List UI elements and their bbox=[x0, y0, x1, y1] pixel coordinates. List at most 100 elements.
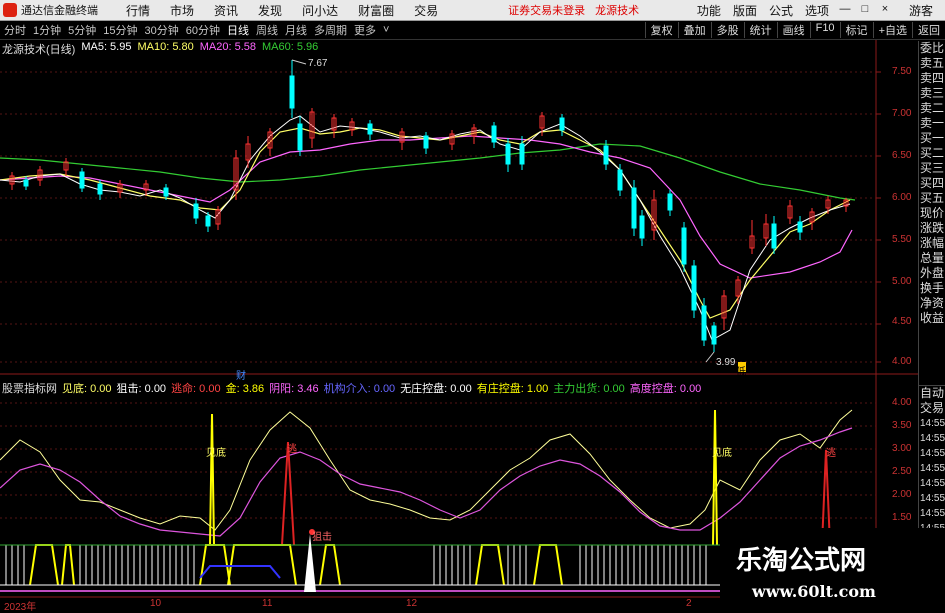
panel-item[interactable]: 买四 bbox=[920, 176, 945, 191]
panel-item[interactable]: 卖二 bbox=[920, 101, 945, 116]
chevron-down-icon[interactable]: ˅ bbox=[383, 24, 389, 36]
sub-yaxis-label: 3.50 bbox=[892, 420, 912, 431]
period-tab-30min[interactable]: 30分钟 bbox=[145, 22, 179, 38]
menu-item-wealth[interactable]: 财富圈 bbox=[358, 2, 394, 19]
period-tab-multi[interactable]: 多周期 bbox=[314, 22, 347, 38]
period-tab-timeshare[interactable]: 分时 bbox=[4, 22, 26, 38]
tao-label-1: 逃 bbox=[287, 444, 297, 455]
yaxis-label: 6.00 bbox=[892, 192, 912, 203]
sub-yaxis-label: 2.00 bbox=[892, 489, 912, 500]
panel-item[interactable]: 买五 bbox=[920, 191, 945, 206]
panel-item[interactable]: 自动 bbox=[920, 386, 945, 401]
panel-item[interactable]: 交易 bbox=[920, 401, 945, 416]
period-tab-more[interactable]: 更多 bbox=[354, 22, 376, 38]
period-tab-monthly[interactable]: 月线 bbox=[285, 22, 307, 38]
minimize-icon[interactable]: — bbox=[838, 2, 852, 16]
close-icon[interactable]: × bbox=[878, 2, 892, 16]
xaxis-label: 2 bbox=[686, 598, 692, 609]
time-item: 14:55 bbox=[920, 448, 945, 459]
xaxis-label: 10 bbox=[150, 598, 162, 609]
period-tab-daily[interactable]: 日线 bbox=[227, 22, 249, 38]
panel-item[interactable]: 涨跌 bbox=[920, 221, 945, 236]
menu-item-news[interactable]: 资讯 bbox=[214, 2, 238, 19]
login-notice[interactable]: 证券交易未登录 bbox=[508, 2, 585, 18]
menu-item-layout[interactable]: 版面 bbox=[733, 2, 757, 19]
guest-label[interactable]: 游客 bbox=[909, 2, 933, 19]
menu-item-function[interactable]: 功能 bbox=[697, 2, 721, 19]
back-button[interactable]: 返回 bbox=[912, 22, 945, 38]
maximize-icon[interactable]: □ bbox=[858, 2, 872, 16]
sub-yaxis-label: 1.50 bbox=[892, 512, 912, 523]
period-tab-60min[interactable]: 60分钟 bbox=[186, 22, 220, 38]
yaxis-label: 6.50 bbox=[892, 150, 912, 161]
time-item: 14:55 bbox=[920, 433, 945, 444]
chart-area[interactable] bbox=[0, 40, 918, 605]
indicator-juji: 狙击: 0.00 bbox=[116, 383, 167, 395]
time-item: 14:55 bbox=[920, 463, 945, 474]
indicator-youzhuang: 有庄控盘: 1.00 bbox=[476, 383, 549, 395]
low-price-label: 3.99 bbox=[716, 357, 736, 368]
menu-item-formula[interactable]: 公式 bbox=[769, 2, 793, 19]
indicator-name[interactable]: 股票指标网 bbox=[2, 380, 57, 396]
panel-item[interactable]: 外盘 bbox=[920, 266, 945, 281]
menu-item-discover[interactable]: 发现 bbox=[258, 2, 282, 19]
time-item: 14:55 bbox=[920, 493, 945, 504]
watermark-url: www.60lt.com bbox=[752, 582, 876, 601]
adjust-button[interactable]: 复权 bbox=[644, 22, 678, 38]
yaxis-label: 4.00 bbox=[892, 356, 912, 367]
menu-item-trade[interactable]: 交易 bbox=[414, 2, 438, 19]
panel-item[interactable]: 涨幅 bbox=[920, 236, 945, 251]
watermark-title: 乐淘公式网 bbox=[736, 546, 867, 576]
multi-stock-button[interactable]: 多股 bbox=[710, 22, 744, 38]
panel-item[interactable]: 卖一 bbox=[920, 116, 945, 131]
high-price-label: 7.67 bbox=[308, 58, 328, 69]
xaxis-label: 12 bbox=[406, 598, 418, 609]
menu-item-market[interactable]: 市场 bbox=[170, 2, 194, 19]
yaxis-label: 7.00 bbox=[892, 108, 912, 119]
time-item: 14:55 bbox=[920, 478, 945, 489]
menu-item-options[interactable]: 选项 bbox=[805, 2, 829, 19]
period-toolbar: 分时 1分钟 5分钟 15分钟 30分钟 60分钟 日线 周线 月线 多周期 更… bbox=[0, 21, 945, 40]
ma20-label: MA20: 5.58 bbox=[199, 41, 256, 53]
panel-item[interactable]: 委比 bbox=[920, 41, 945, 56]
panel-item[interactable]: 买一 bbox=[920, 131, 945, 146]
menu-bar: 通达信金融终端 行情 市场 资讯 发现 问小达 财富圈 交易 证券交易未登录 龙… bbox=[0, 0, 945, 21]
period-tab-5min[interactable]: 5分钟 bbox=[68, 22, 96, 38]
ma10-label: MA10: 5.80 bbox=[137, 41, 194, 53]
panel-item[interactable]: 净资 bbox=[920, 296, 945, 311]
tao-label-2: 逃 bbox=[826, 448, 836, 459]
indicator-gaodu: 高度控盘: 0.00 bbox=[629, 383, 702, 395]
yaxis-label: 4.50 bbox=[892, 316, 912, 327]
quote-side-panel: 委比 卖五 卖四 卖三 卖二 卖一 买一 买二 买三 买四 买五 现价 涨跌 涨… bbox=[918, 41, 945, 604]
menu-item-quotes[interactable]: 行情 bbox=[126, 2, 150, 19]
add-watchlist-button[interactable]: +自选 bbox=[872, 22, 912, 38]
time-item: 14:55 bbox=[920, 418, 945, 429]
panel-item[interactable]: 收益 bbox=[920, 311, 945, 326]
panel-item[interactable]: 卖五 bbox=[920, 56, 945, 71]
menu-item-ask[interactable]: 问小达 bbox=[302, 2, 338, 19]
xaxis-label: 2023年 bbox=[4, 602, 37, 613]
period-tab-weekly[interactable]: 周线 bbox=[256, 22, 278, 38]
f10-button[interactable]: F10 bbox=[809, 22, 840, 38]
indicator-taoming: 逃命: 0.00 bbox=[171, 383, 221, 395]
draw-line-button[interactable]: 画线 bbox=[776, 22, 810, 38]
panel-item[interactable]: 换手 bbox=[920, 281, 945, 296]
panel-item[interactable]: 买二 bbox=[920, 146, 945, 161]
ma20-line bbox=[0, 135, 853, 279]
panel-item[interactable]: 总量 bbox=[920, 251, 945, 266]
statistics-button[interactable]: 统计 bbox=[743, 22, 777, 38]
panel-item[interactable]: 卖三 bbox=[920, 86, 945, 101]
sub-yaxis-label: 2.50 bbox=[892, 466, 912, 477]
panel-item[interactable]: 现价 bbox=[920, 206, 945, 221]
panel-item[interactable]: 卖四 bbox=[920, 71, 945, 86]
overlay-button[interactable]: 叠加 bbox=[677, 22, 711, 38]
panel-item[interactable]: 买三 bbox=[920, 161, 945, 176]
period-tab-15min[interactable]: 15分钟 bbox=[103, 22, 137, 38]
indicator-jigou: 机构介入: 0.00 bbox=[323, 383, 396, 395]
sub-yaxis-label: 4.00 bbox=[892, 397, 912, 408]
jiandi-label-2: 见底 bbox=[712, 448, 732, 459]
mark-button[interactable]: 标记 bbox=[839, 22, 873, 38]
xaxis-label: 11 bbox=[262, 598, 273, 609]
period-tab-1min[interactable]: 1分钟 bbox=[33, 22, 61, 38]
indicator-jin: 金: 3.86 bbox=[225, 383, 265, 395]
